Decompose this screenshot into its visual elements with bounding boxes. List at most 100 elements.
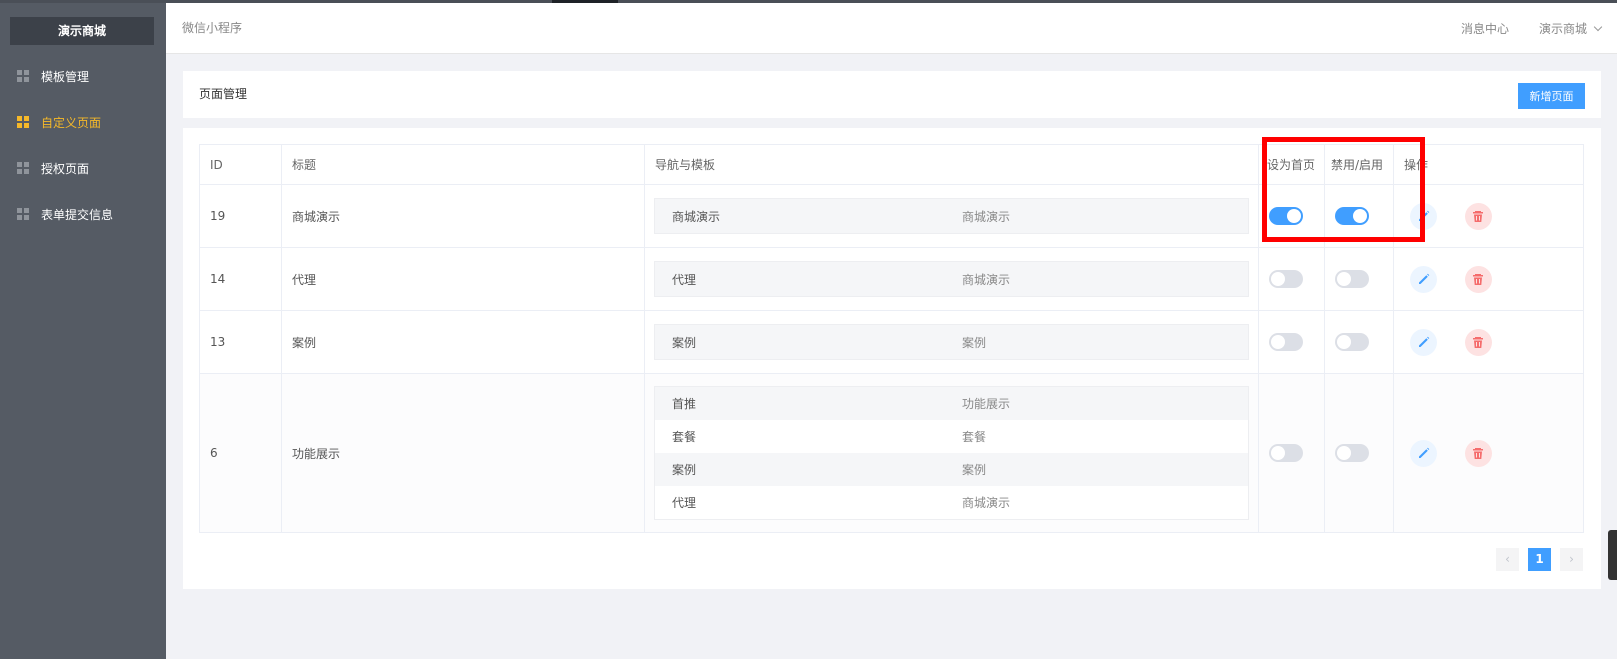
nav-template: 功能展示 xyxy=(962,397,1011,411)
table-header-row: ID 标题 导航与模板 设为首页 禁用/启用 操作 xyxy=(199,144,1584,185)
nav-line: 首推 功能展示 xyxy=(655,387,1248,420)
shop-name: 演示商城 xyxy=(1538,22,1587,36)
delete-button[interactable] xyxy=(1464,202,1492,230)
table-row: 13 案例 案例 案例 xyxy=(199,310,1584,374)
row-nav: 首推 功能展示 套餐 套餐 案例 案例 代理 商城演示 xyxy=(644,373,1259,533)
enable-switch[interactable] xyxy=(1335,444,1369,462)
next-page-button[interactable]: › xyxy=(1560,548,1583,571)
nav-line: 套餐 套餐 xyxy=(655,420,1248,453)
column-header-title: 标题 xyxy=(281,144,645,185)
pencil-icon xyxy=(1418,447,1429,458)
row-toggle xyxy=(1324,310,1394,374)
prev-page-button[interactable]: ‹ xyxy=(1496,548,1519,571)
row-nav: 商城演示 商城演示 xyxy=(644,184,1259,248)
pagination: ‹ 1 › xyxy=(1496,548,1583,571)
page-1-button[interactable]: 1 xyxy=(1528,548,1551,571)
header-right: 消息中心 演示商城 xyxy=(1461,3,1603,54)
row-title: 代理 xyxy=(281,247,645,311)
set-home-switch[interactable] xyxy=(1269,207,1303,225)
row-actions xyxy=(1393,247,1584,311)
row-id: 19 xyxy=(199,184,282,248)
row-actions xyxy=(1393,184,1584,248)
column-header-actions: 操作 xyxy=(1393,144,1584,185)
sidebar-item-custom-pages[interactable]: 自定义页面 xyxy=(0,99,166,145)
nav-name: 代理 xyxy=(672,496,697,510)
nav-name: 首推 xyxy=(672,397,697,411)
grid-icon xyxy=(17,162,29,174)
pages-table-card: ID 标题 导航与模板 设为首页 禁用/启用 操作 19 商城演示 商城演示 商… xyxy=(183,128,1601,589)
set-home-switch[interactable] xyxy=(1269,270,1303,288)
row-actions xyxy=(1393,373,1584,533)
column-header-toggle: 禁用/启用 xyxy=(1324,144,1394,185)
top-header: 微信小程序 消息中心 演示商城 xyxy=(166,3,1617,54)
row-set-home xyxy=(1258,373,1325,533)
sidebar-item-auth-pages[interactable]: 授权页面 xyxy=(0,145,166,191)
row-actions xyxy=(1393,310,1584,374)
header-title: 微信小程序 xyxy=(182,21,243,35)
row-set-home xyxy=(1258,247,1325,311)
row-toggle xyxy=(1324,247,1394,311)
sidebar-item-templates[interactable]: 模板管理 xyxy=(0,53,166,99)
enable-switch[interactable] xyxy=(1335,207,1369,225)
row-id: 13 xyxy=(199,310,282,374)
nav-template: 套餐 xyxy=(962,430,987,444)
pencil-icon xyxy=(1418,336,1429,347)
message-center-link[interactable]: 消息中心 xyxy=(1461,20,1509,37)
edit-button[interactable] xyxy=(1410,439,1437,467)
add-page-button[interactable]: 新增页面 xyxy=(1518,83,1585,109)
table-row: 6 功能展示 首推 功能展示 套餐 套餐 案例 案例 代理 商城演示 xyxy=(199,373,1584,533)
edit-button[interactable] xyxy=(1410,265,1437,293)
chevron-down-icon xyxy=(1593,22,1603,31)
edit-button[interactable] xyxy=(1410,328,1437,356)
set-home-switch[interactable] xyxy=(1269,444,1303,462)
sidebar: 演示商城 模板管理 自定义页面 授权页面 表单提交信息 xyxy=(0,3,166,659)
pages-table: ID 标题 导航与模板 设为首页 禁用/启用 操作 19 商城演示 商城演示 商… xyxy=(199,144,1584,533)
nav-line: 代理 商城演示 xyxy=(655,486,1248,519)
nav-line: 案例 案例 xyxy=(655,453,1248,486)
sidebar-brand[interactable]: 演示商城 xyxy=(10,17,154,45)
enable-switch[interactable] xyxy=(1335,270,1369,288)
table-row: 19 商城演示 商城演示 商城演示 xyxy=(199,184,1584,248)
row-set-home xyxy=(1258,310,1325,374)
grid-icon xyxy=(17,116,29,128)
row-toggle xyxy=(1324,184,1394,248)
row-nav: 代理 商城演示 xyxy=(644,247,1259,311)
nav-name: 代理 xyxy=(672,272,697,287)
enable-switch[interactable] xyxy=(1335,333,1369,351)
row-id: 14 xyxy=(199,247,282,311)
row-id: 6 xyxy=(199,373,282,533)
sidebar-item-label: 授权页面 xyxy=(41,161,90,176)
row-set-home xyxy=(1258,184,1325,248)
row-nav: 案例 案例 xyxy=(644,310,1259,374)
page-title: 页面管理 xyxy=(199,87,248,101)
row-title: 商城演示 xyxy=(281,184,645,248)
row-toggle xyxy=(1324,373,1394,533)
pencil-icon xyxy=(1418,273,1429,284)
nav-list: 案例 案例 xyxy=(654,324,1249,360)
nav-template: 商城演示 xyxy=(962,496,1011,510)
nav-template: 商城演示 xyxy=(962,209,1011,224)
nav-name: 案例 xyxy=(672,463,697,477)
delete-button[interactable] xyxy=(1464,328,1492,356)
edit-button[interactable] xyxy=(1410,202,1437,230)
nav-name: 套餐 xyxy=(672,430,697,444)
sidebar-item-label: 自定义页面 xyxy=(41,115,102,130)
table-row: 14 代理 代理 商城演示 xyxy=(199,247,1584,311)
page-header-card: 页面管理 新增页面 xyxy=(183,71,1601,118)
delete-button[interactable] xyxy=(1464,265,1492,293)
column-header-id: ID xyxy=(199,144,282,185)
set-home-switch[interactable] xyxy=(1269,333,1303,351)
shop-dropdown[interactable]: 演示商城 xyxy=(1538,20,1603,37)
nav-list: 代理 商城演示 xyxy=(654,261,1249,297)
nav-line: 代理 商城演示 xyxy=(655,262,1248,296)
side-handle[interactable] xyxy=(1608,530,1617,580)
trash-icon xyxy=(1473,448,1484,459)
delete-button[interactable] xyxy=(1464,439,1492,467)
nav-name: 商城演示 xyxy=(672,209,721,224)
nav-template: 商城演示 xyxy=(962,272,1011,287)
column-header-set-home: 设为首页 xyxy=(1258,144,1325,185)
trash-icon xyxy=(1473,274,1484,285)
grid-icon xyxy=(17,70,29,82)
grid-icon xyxy=(17,208,29,220)
sidebar-item-form-submissions[interactable]: 表单提交信息 xyxy=(0,191,166,237)
